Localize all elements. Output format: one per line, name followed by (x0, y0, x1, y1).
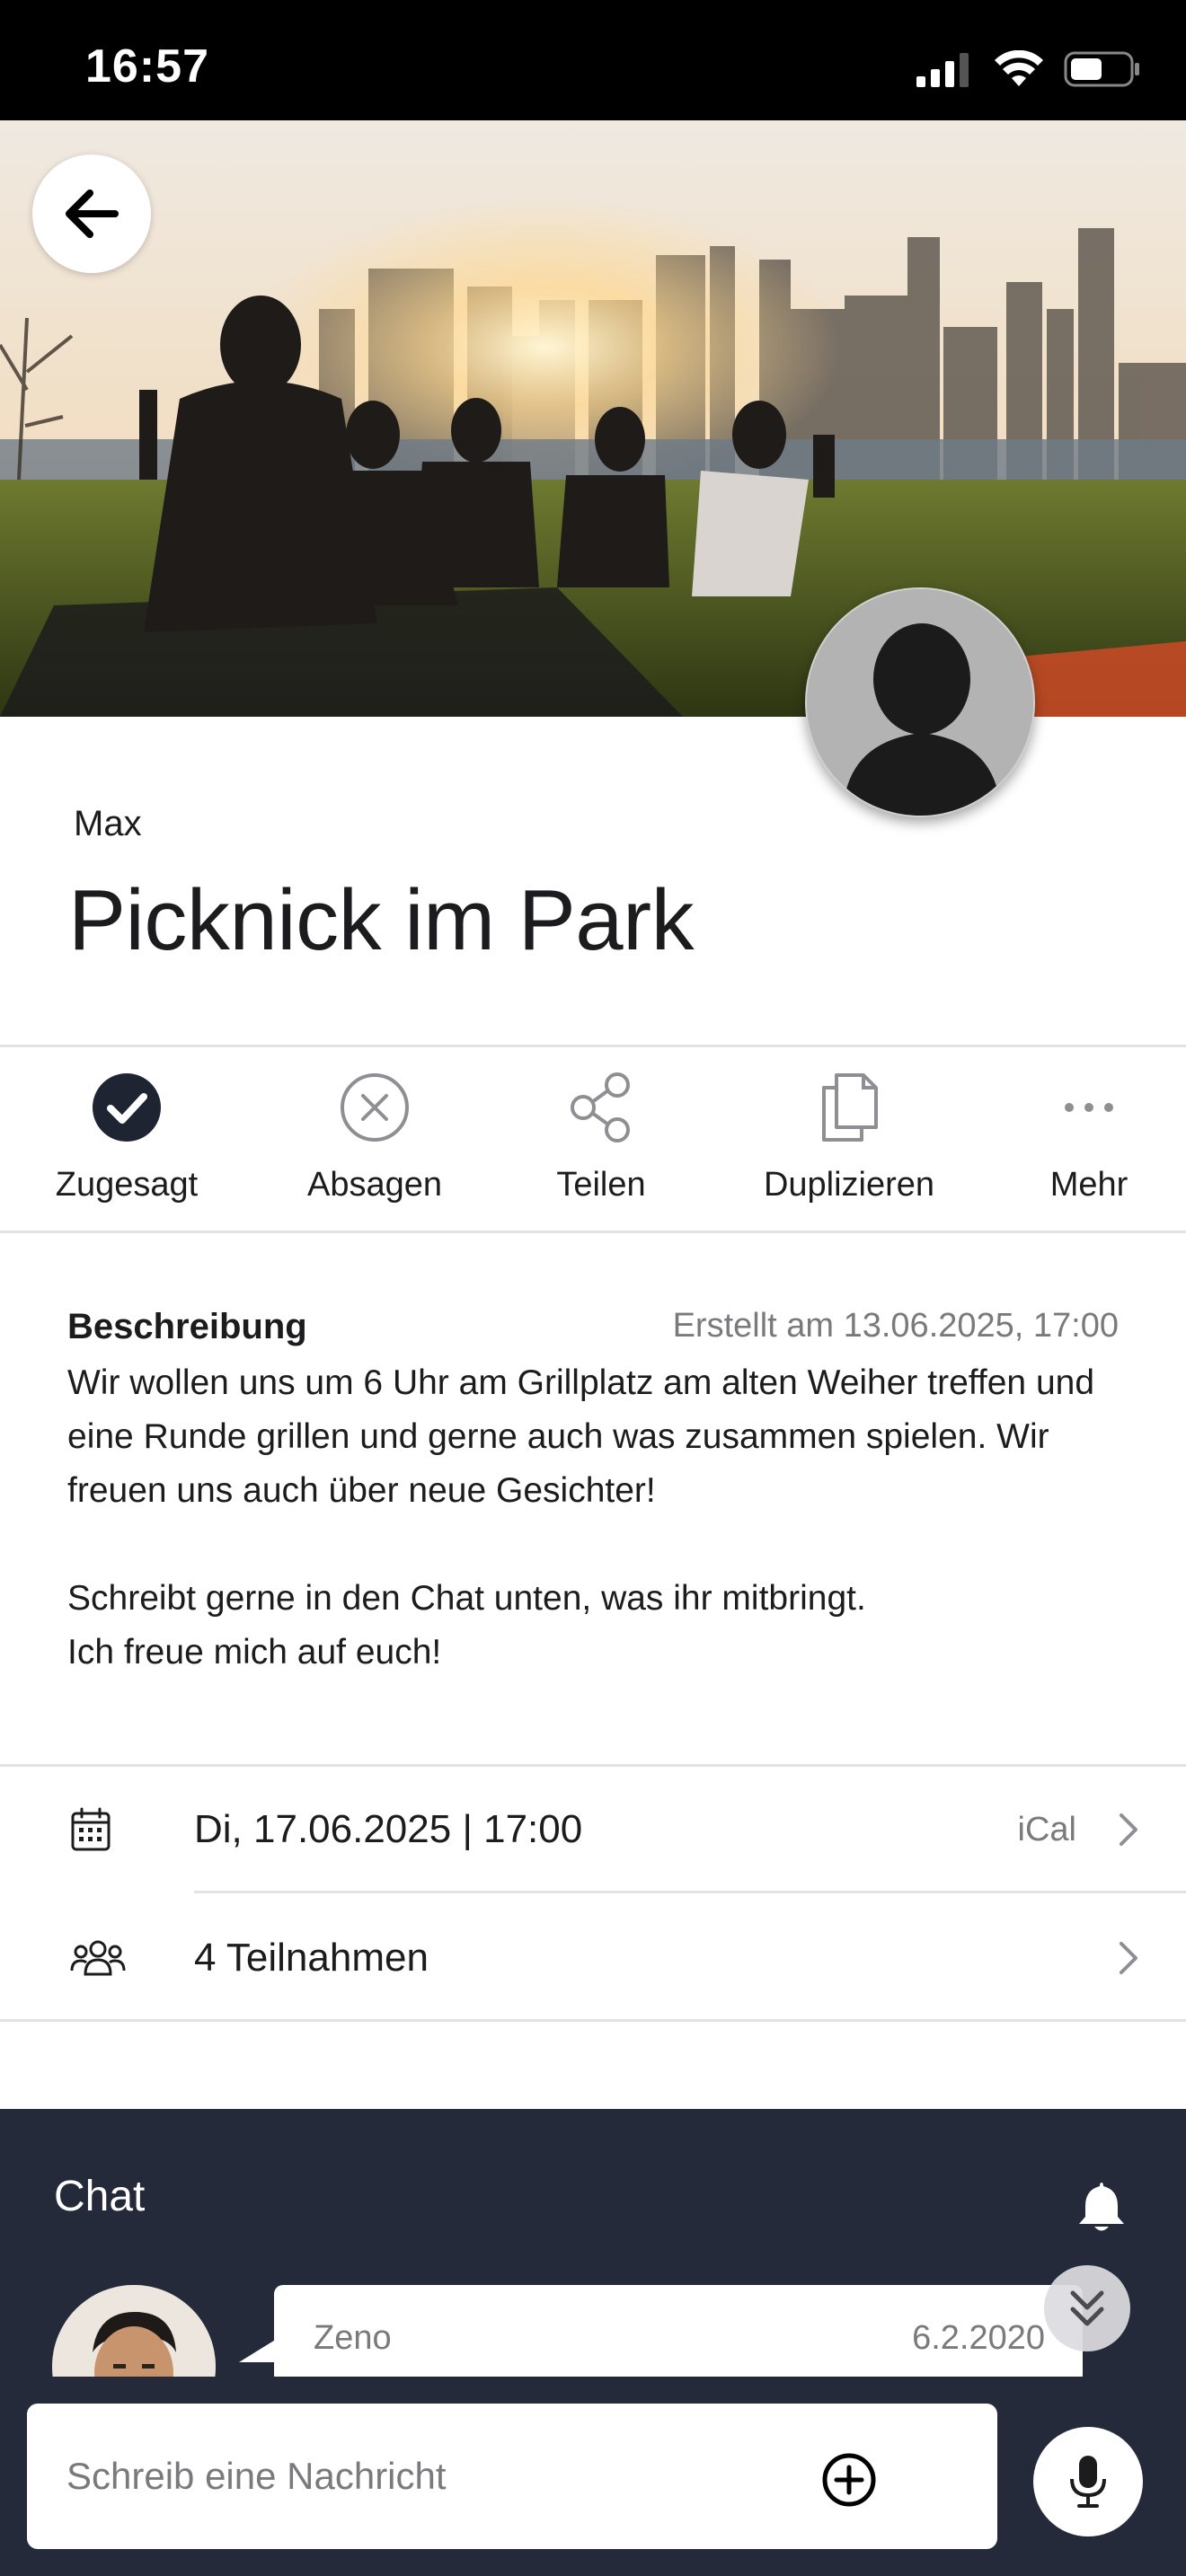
chat-bubble-tail (239, 2339, 277, 2362)
event-cover-image (0, 120, 1186, 717)
check-circle-filled-icon (93, 1073, 161, 1142)
x-circle-icon (341, 1073, 409, 1142)
voice-message-button[interactable] (1033, 2427, 1143, 2536)
status-time: 16:57 (85, 40, 209, 93)
chat-title: Chat (54, 2173, 146, 2220)
copy-icon (822, 1073, 878, 1142)
double-chevron-down-icon (1070, 2290, 1104, 2326)
attend-button[interactable]: Zugesagt (10, 1049, 243, 1204)
scroll-to-bottom-button[interactable] (1044, 2265, 1130, 2351)
description-heading: Beschreibung (67, 1307, 307, 1346)
add-attachment-button[interactable] (818, 2448, 881, 2511)
group-icon (70, 1940, 126, 1976)
share-button[interactable]: Teilen (484, 1049, 718, 1204)
message-date: 6.2.2020 (912, 2319, 1045, 2357)
decline-label: Absagen (306, 1166, 442, 1204)
battery-icon (1064, 51, 1139, 87)
decline-button[interactable]: Absagen (258, 1049, 491, 1204)
divider (194, 1891, 1186, 1893)
divider (0, 2019, 1186, 2022)
microphone-icon (1070, 2456, 1106, 2508)
description-paragraph: Wir wollen uns um 6 Uhr am Grillplatz am… (67, 1363, 1095, 1510)
created-timestamp: Erstellt am 13.06.2025, 17:00 (672, 1307, 1119, 1345)
duplicate-button[interactable]: Duplizieren (732, 1049, 966, 1204)
more-label: Mehr (1049, 1166, 1128, 1204)
plus-circle-icon (822, 2453, 876, 2507)
ical-link[interactable]: iCal (1018, 1767, 1076, 1892)
description-paragraph: Schreibt gerne in den Chat unten, was ih… (67, 1579, 866, 1672)
signal-icon (916, 53, 969, 87)
notification-bell-button[interactable] (1076, 2179, 1127, 2237)
description-text: Wir wollen uns um 6 Uhr am Grillplatz am… (67, 1356, 1128, 1680)
message-composer (0, 2377, 1186, 2576)
organizer-name[interactable]: Max (74, 804, 142, 844)
message-sender: Zeno (314, 2319, 392, 2357)
back-button[interactable] (32, 154, 151, 273)
share-icon (571, 1072, 630, 1142)
action-bar: Zugesagt Absagen Teilen Duplizieren Mehr (0, 1049, 1186, 1231)
arrow-left-icon (66, 190, 119, 238)
event-title: Picknick im Park (68, 872, 695, 968)
date-row[interactable]: Di, 17.06.2025 | 17:00 iCal (0, 1767, 1186, 1892)
bell-icon (1079, 2183, 1124, 2231)
share-label: Teilen (556, 1166, 646, 1204)
chat-message-bubble[interactable]: Zeno 6.2.2020 (274, 2285, 1083, 2384)
more-button[interactable]: Mehr (972, 1049, 1186, 1204)
divider (0, 1231, 1186, 1233)
attend-label: Zugesagt (55, 1166, 199, 1204)
calendar-icon (71, 1807, 111, 1851)
divider (0, 1045, 1186, 1047)
duplicate-label: Duplizieren (763, 1166, 935, 1204)
status-icons (915, 50, 1141, 88)
wifi-icon (995, 50, 1043, 86)
organizer-avatar[interactable] (805, 587, 1035, 817)
chevron-right-icon (1120, 1942, 1137, 1974)
participants-count: 4 Teilnahmen (194, 1936, 429, 1980)
event-date: Di, 17.06.2025 | 17:00 (194, 1807, 583, 1851)
chevron-right-icon (1120, 1813, 1137, 1846)
participants-row[interactable]: 4 Teilnahmen (0, 1895, 1186, 2021)
picnic-park-photo (0, 120, 1186, 717)
person-silhouette-icon (807, 589, 1033, 816)
more-horizontal-icon (1065, 1103, 1113, 1112)
status-bar: 16:57 (0, 0, 1186, 120)
